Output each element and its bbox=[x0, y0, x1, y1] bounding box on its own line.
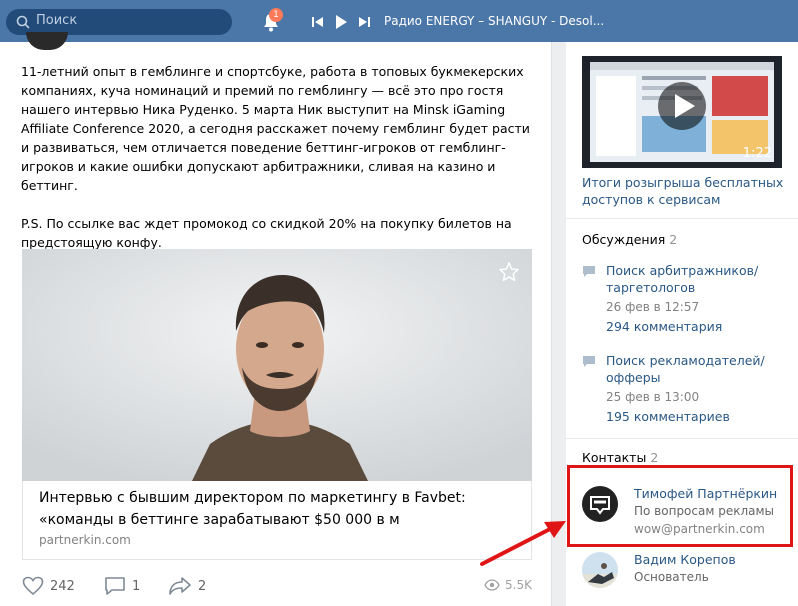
contact-role: Основатель bbox=[634, 570, 709, 584]
share-button[interactable]: 2 bbox=[168, 576, 206, 596]
discussion-title[interactable]: Поиск рекламодателей/ офферы bbox=[606, 352, 792, 386]
shares-count: 2 bbox=[198, 578, 207, 594]
discussion-item: Поиск арбитражников/ таргетологов 26 фев… bbox=[582, 262, 792, 342]
discussion-date: 25 фев в 13:00 bbox=[606, 390, 700, 404]
post-author-avatar[interactable] bbox=[26, 32, 68, 50]
red-arrow-annotation bbox=[480, 521, 566, 566]
share-icon bbox=[169, 577, 191, 595]
play-icon[interactable] bbox=[334, 15, 348, 29]
video-title[interactable]: Итоги розыгрыша бесплатных доступов к се… bbox=[582, 174, 792, 208]
post-text: 11-летний опыт в гемблинге и спортсбуке,… bbox=[21, 62, 537, 271]
contacts-header-label: Контакты bbox=[582, 450, 647, 465]
now-playing-track[interactable]: Радио ENERGY – SHANGUY - Desol... bbox=[384, 14, 604, 28]
article-title[interactable]: Интервью с бывшим директором по маркетин… bbox=[39, 487, 519, 531]
bookmark-star-icon[interactable] bbox=[498, 261, 520, 283]
notifications-badge: 1 bbox=[269, 8, 283, 22]
contact-photo bbox=[582, 552, 618, 588]
audio-player-controls bbox=[312, 14, 370, 30]
portrait-image bbox=[22, 249, 532, 481]
contact-avatar[interactable] bbox=[582, 552, 618, 588]
highlight-frame bbox=[567, 465, 793, 547]
discussion-title[interactable]: Поиск арбитражников/ таргетологов bbox=[606, 262, 792, 296]
post-paragraph: 11-летний опыт в гемблинге и спортсбуке,… bbox=[21, 64, 530, 193]
contacts-count: 2 bbox=[650, 450, 659, 465]
article-source: partnerkin.com bbox=[39, 533, 131, 547]
video-duration: 1:22 bbox=[742, 146, 772, 161]
comment-button[interactable]: 1 bbox=[104, 576, 140, 596]
search-icon bbox=[16, 15, 30, 29]
discussion-item: Поиск рекламодателей/ офферы 25 фев в 13… bbox=[582, 352, 792, 432]
next-track-icon[interactable] bbox=[358, 16, 370, 28]
contact-item: Вадим Корепов Основатель bbox=[582, 550, 792, 604]
comments-count: 1 bbox=[132, 578, 141, 594]
eye-icon bbox=[484, 579, 500, 591]
discussions-count: 2 bbox=[669, 232, 678, 247]
views-counter: 5.5K bbox=[484, 578, 532, 592]
section-divider bbox=[566, 438, 798, 439]
heart-icon bbox=[22, 576, 44, 596]
discussion-bubble-icon bbox=[583, 356, 595, 367]
top-navigation-bar: Поиск 1 Радио ENERGY – SHANGUY - Desol..… bbox=[0, 0, 798, 42]
like-button[interactable]: 242 bbox=[22, 576, 75, 596]
section-divider bbox=[566, 218, 798, 219]
views-count: 5.5K bbox=[505, 578, 532, 592]
previous-track-icon[interactable] bbox=[312, 16, 324, 28]
contact-name[interactable]: Вадим Корепов bbox=[634, 552, 736, 567]
contacts-header[interactable]: Контакты 2 bbox=[582, 450, 658, 465]
post-paragraph: P.S. По ссылке вас ждет промокод со скид… bbox=[21, 216, 512, 250]
article-cover-image[interactable] bbox=[22, 249, 532, 481]
comment-icon bbox=[105, 577, 125, 595]
discussion-comments-link[interactable]: 294 комментария bbox=[606, 319, 722, 334]
discussions-header[interactable]: Обсуждения 2 bbox=[582, 232, 677, 247]
likes-count: 242 bbox=[50, 578, 75, 594]
discussions-header-label: Обсуждения bbox=[582, 232, 666, 247]
discussion-comments-link[interactable]: 195 комментариев bbox=[606, 409, 730, 424]
discussion-bubble-icon bbox=[583, 266, 595, 277]
article-link-snippet[interactable]: Интервью с бывшим директором по маркетин… bbox=[22, 481, 532, 560]
video-thumbnail[interactable]: 1:22 bbox=[582, 56, 782, 168]
discussion-date: 26 фев в 12:57 bbox=[606, 300, 700, 314]
post-actions: 242 1 2 5.5K bbox=[22, 574, 532, 598]
search-placeholder: Поиск bbox=[36, 13, 78, 28]
wall-post: 11-летний опыт в гемблинге и спортсбуке,… bbox=[0, 32, 552, 606]
